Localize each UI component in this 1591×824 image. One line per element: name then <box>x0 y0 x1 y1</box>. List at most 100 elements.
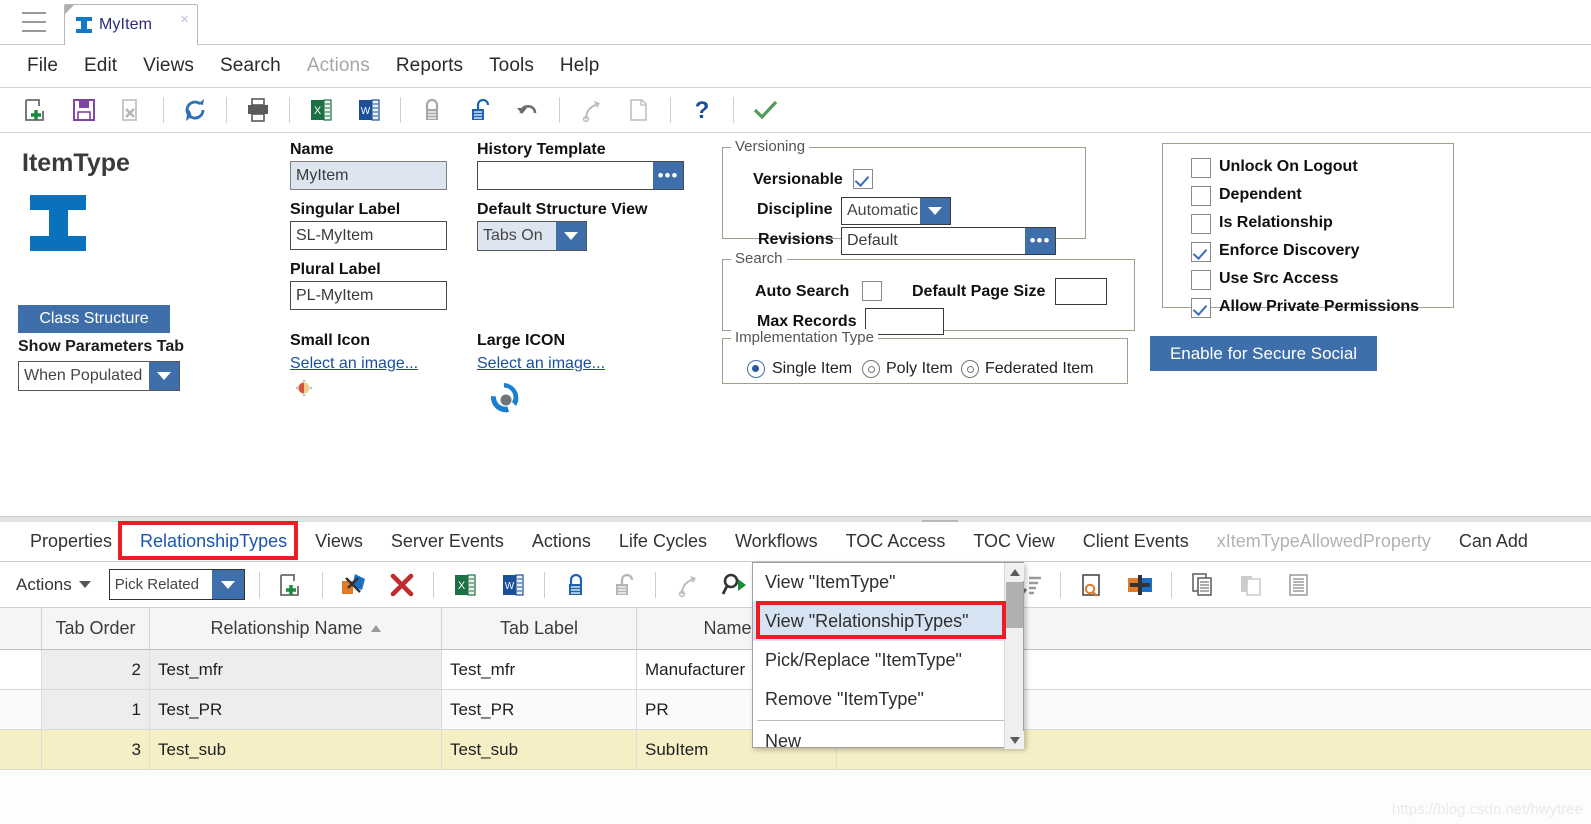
find-icon[interactable] <box>1074 568 1110 602</box>
unlock-icon[interactable] <box>462 93 498 127</box>
relationship-icon[interactable] <box>336 568 372 602</box>
class-structure-button[interactable]: Class Structure <box>18 305 170 333</box>
radio-single-item[interactable] <box>747 360 765 378</box>
revisions-field[interactable]: Default ••• <box>841 227 1056 255</box>
chevron-down-icon[interactable] <box>920 198 950 224</box>
close-icon[interactable]: × <box>180 11 189 28</box>
radio-poly-item[interactable] <box>862 360 880 378</box>
cell-tab-label[interactable]: Test_mfr <box>442 650 637 689</box>
search-run-icon[interactable] <box>717 568 753 602</box>
export-excel-icon[interactable]: X <box>447 568 483 602</box>
row-selector[interactable] <box>0 730 42 769</box>
tab-relationshiptypes[interactable]: RelationshipTypes <box>126 531 301 552</box>
enforce-discovery-checkbox[interactable] <box>1191 242 1211 262</box>
tab-toc-view[interactable]: TOC View <box>959 531 1068 552</box>
context-menu-scrollbar[interactable] <box>1004 563 1024 749</box>
grid-col-relationship-name[interactable]: Relationship Name <box>150 608 442 649</box>
cell-relationship-name[interactable]: Test_sub <box>150 730 442 769</box>
delete-icon[interactable] <box>384 568 420 602</box>
chevron-down-icon[interactable] <box>149 362 179 390</box>
new-relationship-icon[interactable] <box>273 568 309 602</box>
export-excel-icon[interactable]: X <box>303 93 339 127</box>
cell-tab-label[interactable]: Test_PR <box>442 690 637 729</box>
list-icon[interactable] <box>1281 568 1317 602</box>
tab-client-events[interactable]: Client Events <box>1069 531 1203 552</box>
actions-dropdown-button[interactable]: Actions <box>16 575 91 595</box>
tab-xitemtypeallowedproperty[interactable]: xItemTypeAllowedProperty <box>1203 531 1445 552</box>
tab-toc-access[interactable]: TOC Access <box>832 531 960 552</box>
copy-icon[interactable] <box>1185 568 1221 602</box>
versionable-checkbox[interactable] <box>853 169 873 189</box>
tab-server-events[interactable]: Server Events <box>377 531 518 552</box>
cell-tab-order[interactable]: 2 <box>42 650 150 689</box>
allow-private-permissions-checkbox[interactable] <box>1191 298 1211 318</box>
plural-label-field[interactable]: PL-MyItem <box>290 281 447 310</box>
revisions-browse-button[interactable]: ••• <box>1025 228 1055 254</box>
chevron-down-icon[interactable] <box>556 222 586 250</box>
menu-item-reports[interactable]: Reports <box>383 55 476 77</box>
scroll-up-icon[interactable] <box>1005 563 1024 581</box>
export-word-icon[interactable]: W <box>351 93 387 127</box>
menu-icon[interactable] <box>22 12 46 32</box>
history-template-browse-button[interactable]: ••• <box>653 162 683 189</box>
chevron-down-icon[interactable] <box>211 570 244 599</box>
cell-tab-order[interactable]: 3 <box>42 730 150 769</box>
context-menu-item-new[interactable]: New <box>753 722 1023 761</box>
tab-actions[interactable]: Actions <box>518 531 605 552</box>
history-template-field[interactable]: ••• <box>477 161 684 190</box>
discipline-select[interactable]: Automatic <box>841 197 951 225</box>
cell-tab-order[interactable]: 1 <box>42 690 150 729</box>
new-item-icon[interactable] <box>18 93 54 127</box>
cell-tab-label[interactable]: Test_sub <box>442 730 637 769</box>
singular-label-field[interactable]: SL-MyItem <box>290 221 447 250</box>
export-word-icon[interactable]: W <box>495 568 531 602</box>
undo-icon[interactable] <box>510 93 546 127</box>
context-menu-item-remove-itemtype[interactable]: Remove "ItemType" <box>753 680 1023 719</box>
lock-icon[interactable] <box>558 568 594 602</box>
document-tab-myitem[interactable]: MyItem × <box>64 4 198 45</box>
menu-item-help[interactable]: Help <box>547 55 612 77</box>
tab-life-cycles[interactable]: Life Cycles <box>605 531 721 552</box>
small-icon-select-link[interactable]: Select an image... <box>290 355 418 373</box>
show-parameters-tab-select[interactable]: When Populated <box>18 361 180 391</box>
radio-federated-item[interactable] <box>961 360 979 378</box>
menu-item-tools[interactable]: Tools <box>476 55 547 77</box>
menu-item-file[interactable]: File <box>14 55 71 77</box>
menu-item-views[interactable]: Views <box>130 55 207 77</box>
auto-search-checkbox[interactable] <box>862 281 882 301</box>
cell-relationship-name[interactable]: Test_PR <box>150 690 442 729</box>
tab-views[interactable]: Views <box>301 531 377 552</box>
save-icon[interactable] <box>66 93 102 127</box>
print-icon[interactable] <box>240 93 276 127</box>
context-menu-item-view-relationshiptypes[interactable]: View "RelationshipTypes" <box>753 602 1023 641</box>
is-relationship-checkbox[interactable] <box>1191 214 1211 234</box>
done-icon[interactable] <box>747 93 783 127</box>
context-menu-item-view-itemtype[interactable]: View "ItemType" <box>753 563 1023 602</box>
refresh-icon[interactable] <box>177 93 213 127</box>
row-selector[interactable] <box>0 650 42 689</box>
name-field[interactable]: MyItem <box>290 161 447 190</box>
grid-col-tab-label[interactable]: Tab Label <box>442 608 637 649</box>
pick-related-select[interactable]: Pick Related <box>108 569 245 600</box>
scroll-down-icon[interactable] <box>1005 731 1024 749</box>
large-icon-select-link[interactable]: Select an image... <box>477 355 605 373</box>
cell-relationship-name[interactable]: Test_mfr <box>150 650 442 689</box>
tab-workflows[interactable]: Workflows <box>721 531 832 552</box>
tab-can-add[interactable]: Can Add <box>1445 531 1542 552</box>
add-item-icon[interactable] <box>1122 568 1158 602</box>
unlock-on-logout-checkbox[interactable] <box>1191 158 1211 178</box>
dependent-checkbox[interactable] <box>1191 186 1211 206</box>
use-src-access-checkbox[interactable] <box>1191 270 1211 290</box>
menu-item-search[interactable]: Search <box>207 55 294 77</box>
scrollbar-thumb[interactable] <box>1006 582 1023 628</box>
default-structure-view-select[interactable]: Tabs On <box>477 221 587 251</box>
context-menu-item-pick-replace-itemtype[interactable]: Pick/Replace "ItemType" <box>753 641 1023 680</box>
tab-properties[interactable]: Properties <box>16 531 126 552</box>
help-icon[interactable]: ? <box>684 93 720 127</box>
default-page-size-field[interactable] <box>1055 278 1107 305</box>
enable-for-secure-social-button[interactable]: Enable for Secure Social <box>1150 336 1377 371</box>
grid-col-rowheader[interactable] <box>0 608 42 649</box>
row-selector[interactable] <box>0 690 42 729</box>
grid-col-tab-order[interactable]: Tab Order <box>42 608 150 649</box>
menu-item-edit[interactable]: Edit <box>71 55 130 77</box>
